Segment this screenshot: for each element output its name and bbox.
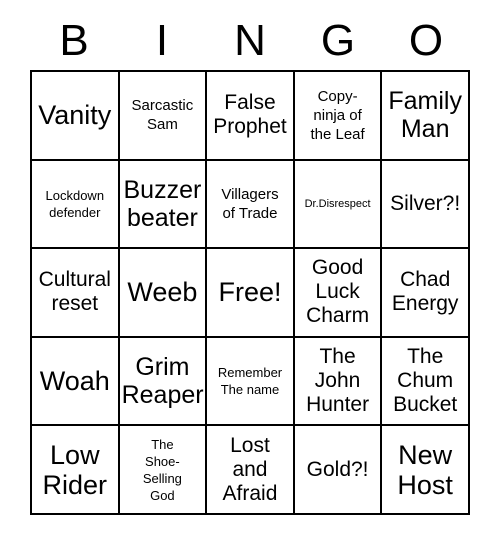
bingo-cell-label: Weeb: [127, 277, 198, 308]
bingo-cell-n1[interactable]: False Prophet: [207, 72, 295, 161]
bingo-cell-i4[interactable]: Grim Reaper: [119, 337, 208, 427]
bingo-cell-o2[interactable]: Silver?!: [382, 160, 470, 250]
bingo-header-letter-n: N: [234, 16, 266, 65]
bingo-cell-label: Buzzer beater: [123, 175, 202, 232]
bingo-cell-g4[interactable]: The John Hunter: [294, 337, 383, 427]
bingo-grid: Vanity Sarcastic Sam False Prophet Copy-…: [30, 70, 470, 515]
bingo-cell-i1[interactable]: Sarcastic Sam: [119, 72, 208, 161]
bingo-header-letter-g: G: [320, 16, 356, 65]
bingo-cell-g1[interactable]: Copy- ninja of the Leaf: [294, 72, 383, 161]
bingo-cell-label: Family Man: [388, 87, 462, 144]
bingo-cell-label: Lost and Afraid: [222, 433, 278, 505]
bingo-cell-n4[interactable]: Remember The name: [207, 337, 295, 427]
bingo-cell-label: Vanity: [38, 100, 112, 131]
bingo-cell-label: Grim Reaper: [121, 353, 204, 410]
bingo-cell-free-space[interactable]: Free!: [207, 249, 295, 338]
bingo-cell-g3[interactable]: Good Luck Charm: [294, 249, 383, 338]
bingo-cell-i3[interactable]: Weeb: [119, 249, 208, 338]
bingo-cell-label: Chad Energy: [391, 268, 459, 316]
bingo-row-2: Lockdown defender Buzzer beater Villager…: [32, 160, 470, 250]
bingo-row-1: Vanity Sarcastic Sam False Prophet Copy-…: [32, 72, 470, 161]
bingo-cell-i5[interactable]: The Shoe- Selling God: [119, 426, 208, 515]
bingo-cell-label: The John Hunter: [306, 345, 370, 417]
bingo-row-5: Low Rider The Shoe- Selling God Lost and…: [32, 426, 470, 515]
bingo-cell-label: Good Luck Charm: [306, 256, 370, 328]
bingo-cell-label: Cultural reset: [38, 268, 111, 316]
bingo-cell-g5[interactable]: Gold?!: [294, 426, 383, 515]
bingo-cell-label: Gold?!: [306, 457, 369, 481]
bingo-card: B I N G O Vanity Sarcastic Sam False Pro…: [0, 0, 500, 544]
bingo-header-letter-o: O: [408, 16, 444, 65]
bingo-cell-b1[interactable]: Vanity: [32, 72, 120, 161]
bingo-cell-label: False Prophet: [213, 91, 287, 139]
bingo-cell-label: Silver?!: [390, 191, 461, 215]
bingo-cell-b2[interactable]: Lockdown defender: [32, 160, 120, 250]
bingo-cell-label: Copy- ninja of the Leaf: [310, 87, 365, 143]
bingo-cell-o5[interactable]: New Host: [382, 426, 470, 515]
bingo-cell-b4[interactable]: Woah: [32, 337, 120, 427]
bingo-cell-label: Sarcastic Sam: [131, 97, 194, 134]
bingo-cell-label: Villagers of Trade: [221, 185, 279, 222]
bingo-cell-label: Woah: [39, 366, 110, 397]
bingo-row-4: Woah Grim Reaper Remember The name The J…: [32, 337, 470, 427]
bingo-cell-n2[interactable]: Villagers of Trade: [207, 160, 295, 250]
bingo-cell-label: New Host: [397, 439, 453, 500]
bingo-cell-label: Free!: [218, 277, 282, 308]
bingo-row-3: Cultural reset Weeb Free! Good Luck Char…: [32, 249, 470, 338]
bingo-cell-g2[interactable]: Dr.Disrespect: [294, 160, 383, 250]
bingo-cell-o4[interactable]: The Chum Bucket: [382, 337, 470, 427]
bingo-header-row: B I N G O: [30, 12, 470, 70]
bingo-cell-label: Dr.Disrespect: [304, 197, 371, 210]
bingo-cell-b5[interactable]: Low Rider: [32, 426, 120, 515]
bingo-cell-i2[interactable]: Buzzer beater: [119, 160, 208, 250]
bingo-cell-o3[interactable]: Chad Energy: [382, 249, 470, 338]
bingo-cell-label: The Shoe- Selling God: [142, 436, 182, 503]
bingo-cell-b3[interactable]: Cultural reset: [32, 249, 120, 338]
bingo-header-letter-b: B: [59, 16, 89, 65]
bingo-cell-n5[interactable]: Lost and Afraid: [207, 426, 295, 515]
bingo-cell-label: The Chum Bucket: [393, 345, 458, 417]
bingo-cell-label: Low Rider: [42, 439, 108, 500]
bingo-cell-o1[interactable]: Family Man: [382, 72, 470, 161]
bingo-cell-label: Lockdown defender: [45, 187, 105, 220]
bingo-header-letter-i: I: [155, 16, 169, 65]
bingo-cell-label: Remember The name: [217, 365, 283, 398]
